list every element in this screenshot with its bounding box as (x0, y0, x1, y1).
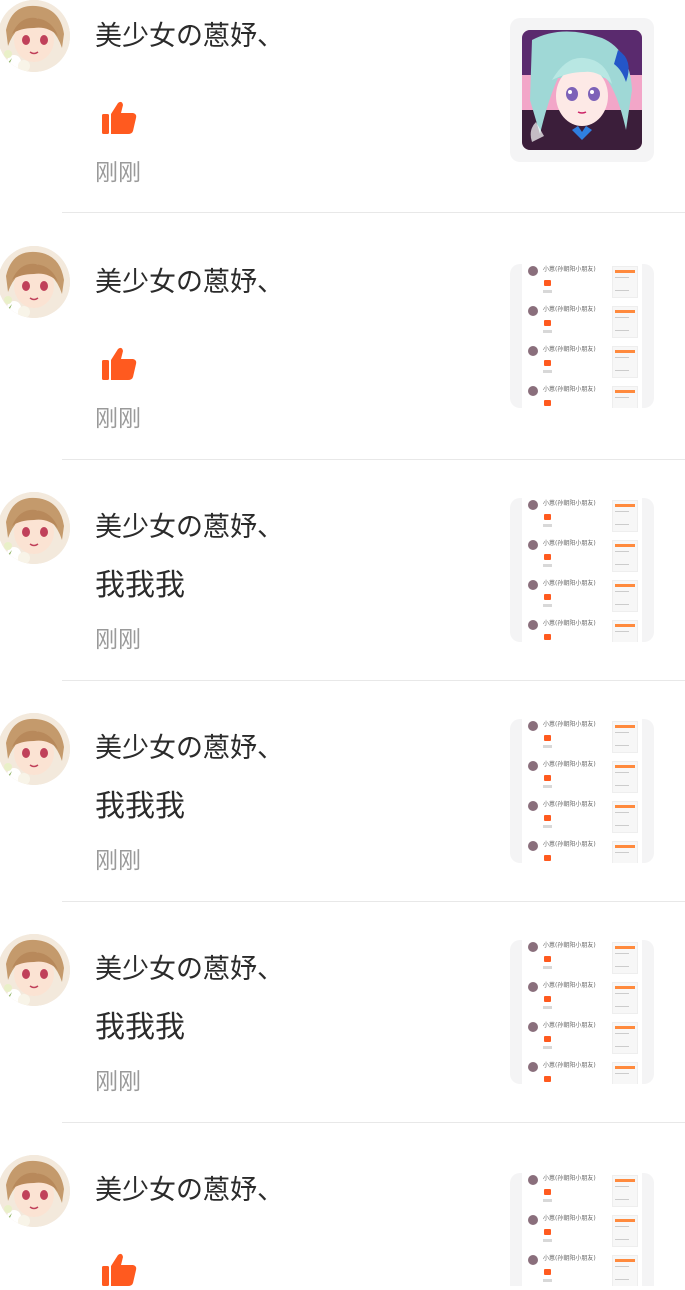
avatar[interactable] (0, 1155, 70, 1227)
mini-user-name: 小蒽(孙朝阳小朋友) (543, 500, 596, 507)
comment-text: 我我我 (95, 789, 185, 824)
post-thumbnail[interactable]: 小蒽(孙朝阳小朋友) 小蒽(孙朝阳小朋友) 小蒽(孙朝阳小朋友) (510, 1173, 654, 1286)
timestamp: 刚刚 (95, 406, 141, 432)
item-divider (62, 901, 685, 902)
timestamp: 刚刚 (95, 160, 141, 186)
thumbs-up-icon (100, 346, 138, 384)
item-divider (62, 1122, 685, 1123)
mini-user-name: 小蒽(孙朝阳小朋友) (543, 266, 596, 273)
post-thumbnail[interactable]: 小蒽(孙朝阳小朋友) 小蒽(孙朝阳小朋友) 小蒽(孙朝阳小朋友) 小蒽(孙朝阳小… (510, 264, 654, 408)
mini-user-name: 小蒽(孙朝阳小朋友) (543, 1022, 596, 1029)
comment-text: 我我我 (95, 568, 185, 603)
notification-list: 美少女の蒽妤、 刚刚 美少女の蒽妤、 刚刚 小蒽(孙朝阳小朋友) 小蒽(孙朝阳小… (0, 0, 685, 1286)
mini-user-name: 小蒽(孙朝阳小朋友) (543, 1215, 596, 1222)
item-divider (62, 459, 685, 460)
mini-user-name: 小蒽(孙朝阳小朋友) (543, 1255, 596, 1262)
anime-girl-image (522, 30, 642, 150)
screenshot-preview: 小蒽(孙朝阳小朋友) 小蒽(孙朝阳小朋友) 小蒽(孙朝阳小朋友) 小蒽(孙朝阳小… (522, 264, 642, 408)
thumbs-up-icon (100, 1252, 138, 1290)
user-name[interactable]: 美少女の蒽妤、 (95, 1173, 284, 1209)
list-item[interactable]: 美少女の蒽妤、 我我我 刚刚 小蒽(孙朝阳小朋友) 小蒽(孙朝阳小朋友) 小蒽(… (0, 492, 685, 681)
user-name[interactable]: 美少女の蒽妤、 (95, 731, 284, 767)
timestamp: 刚刚 (95, 627, 141, 653)
list-item[interactable]: 美少女の蒽妤、 我我我 刚刚 小蒽(孙朝阳小朋友) 小蒽(孙朝阳小朋友) 小蒽(… (0, 934, 685, 1123)
screenshot-preview: 小蒽(孙朝阳小朋友) 小蒽(孙朝阳小朋友) 小蒽(孙朝阳小朋友) (522, 1173, 642, 1286)
mini-user-name: 小蒽(孙朝阳小朋友) (543, 761, 596, 768)
mini-user-name: 小蒽(孙朝阳小朋友) (543, 982, 596, 989)
timestamp: 刚刚 (95, 848, 141, 874)
list-item[interactable]: 美少女の蒽妤、 刚刚 小蒽(孙朝阳小朋友) 小蒽(孙朝阳小朋友) 小蒽(孙朝阳小… (0, 246, 685, 460)
mini-user-name: 小蒽(孙朝阳小朋友) (543, 620, 596, 627)
post-thumbnail[interactable]: 小蒽(孙朝阳小朋友) 小蒽(孙朝阳小朋友) 小蒽(孙朝阳小朋友) 小蒽(孙朝阳小… (510, 940, 654, 1084)
user-name[interactable]: 美少女の蒽妤、 (95, 510, 284, 546)
avatar[interactable] (0, 713, 70, 785)
mini-user-name: 小蒽(孙朝阳小朋友) (543, 1175, 596, 1182)
user-name[interactable]: 美少女の蒽妤、 (95, 952, 284, 988)
avatar[interactable] (0, 492, 70, 564)
mini-user-name: 小蒽(孙朝阳小朋友) (543, 386, 596, 393)
post-thumbnail[interactable] (510, 18, 654, 162)
mini-user-name: 小蒽(孙朝阳小朋友) (543, 346, 596, 353)
mini-user-name: 小蒽(孙朝阳小朋友) (543, 1062, 596, 1069)
timestamp: 刚刚 (95, 1069, 141, 1095)
list-item[interactable]: 美少女の蒽妤、 刚刚 (0, 0, 685, 213)
list-item[interactable]: 美少女の蒽妤、 我我我 刚刚 小蒽(孙朝阳小朋友) 小蒽(孙朝阳小朋友) 小蒽(… (0, 713, 685, 902)
post-thumbnail[interactable]: 小蒽(孙朝阳小朋友) 小蒽(孙朝阳小朋友) 小蒽(孙朝阳小朋友) 小蒽(孙朝阳小… (510, 719, 654, 863)
screenshot-preview: 小蒽(孙朝阳小朋友) 小蒽(孙朝阳小朋友) 小蒽(孙朝阳小朋友) 小蒽(孙朝阳小… (522, 940, 642, 1084)
screenshot-preview: 小蒽(孙朝阳小朋友) 小蒽(孙朝阳小朋友) 小蒽(孙朝阳小朋友) 小蒽(孙朝阳小… (522, 498, 642, 642)
list-item[interactable]: 美少女の蒽妤、 小蒽(孙朝阳小朋友) 小蒽(孙朝阳小朋友) 小蒽(孙朝阳小朋友) (0, 1155, 685, 1286)
mini-user-name: 小蒽(孙朝阳小朋友) (543, 801, 596, 808)
comment-text: 我我我 (95, 1010, 185, 1045)
item-divider (62, 212, 685, 213)
screenshot-preview: 小蒽(孙朝阳小朋友) 小蒽(孙朝阳小朋友) 小蒽(孙朝阳小朋友) 小蒽(孙朝阳小… (522, 719, 642, 863)
thumbs-up-icon (100, 100, 138, 138)
mini-user-name: 小蒽(孙朝阳小朋友) (543, 540, 596, 547)
item-divider (62, 680, 685, 681)
user-name[interactable]: 美少女の蒽妤、 (95, 19, 284, 55)
mini-user-name: 小蒽(孙朝阳小朋友) (543, 841, 596, 848)
mini-user-name: 小蒽(孙朝阳小朋友) (543, 306, 596, 313)
avatar[interactable] (0, 934, 70, 1006)
mini-user-name: 小蒽(孙朝阳小朋友) (543, 580, 596, 587)
post-thumbnail[interactable]: 小蒽(孙朝阳小朋友) 小蒽(孙朝阳小朋友) 小蒽(孙朝阳小朋友) 小蒽(孙朝阳小… (510, 498, 654, 642)
mini-user-name: 小蒽(孙朝阳小朋友) (543, 942, 596, 949)
avatar[interactable] (0, 0, 70, 72)
avatar[interactable] (0, 246, 70, 318)
mini-user-name: 小蒽(孙朝阳小朋友) (543, 721, 596, 728)
user-name[interactable]: 美少女の蒽妤、 (95, 265, 284, 301)
